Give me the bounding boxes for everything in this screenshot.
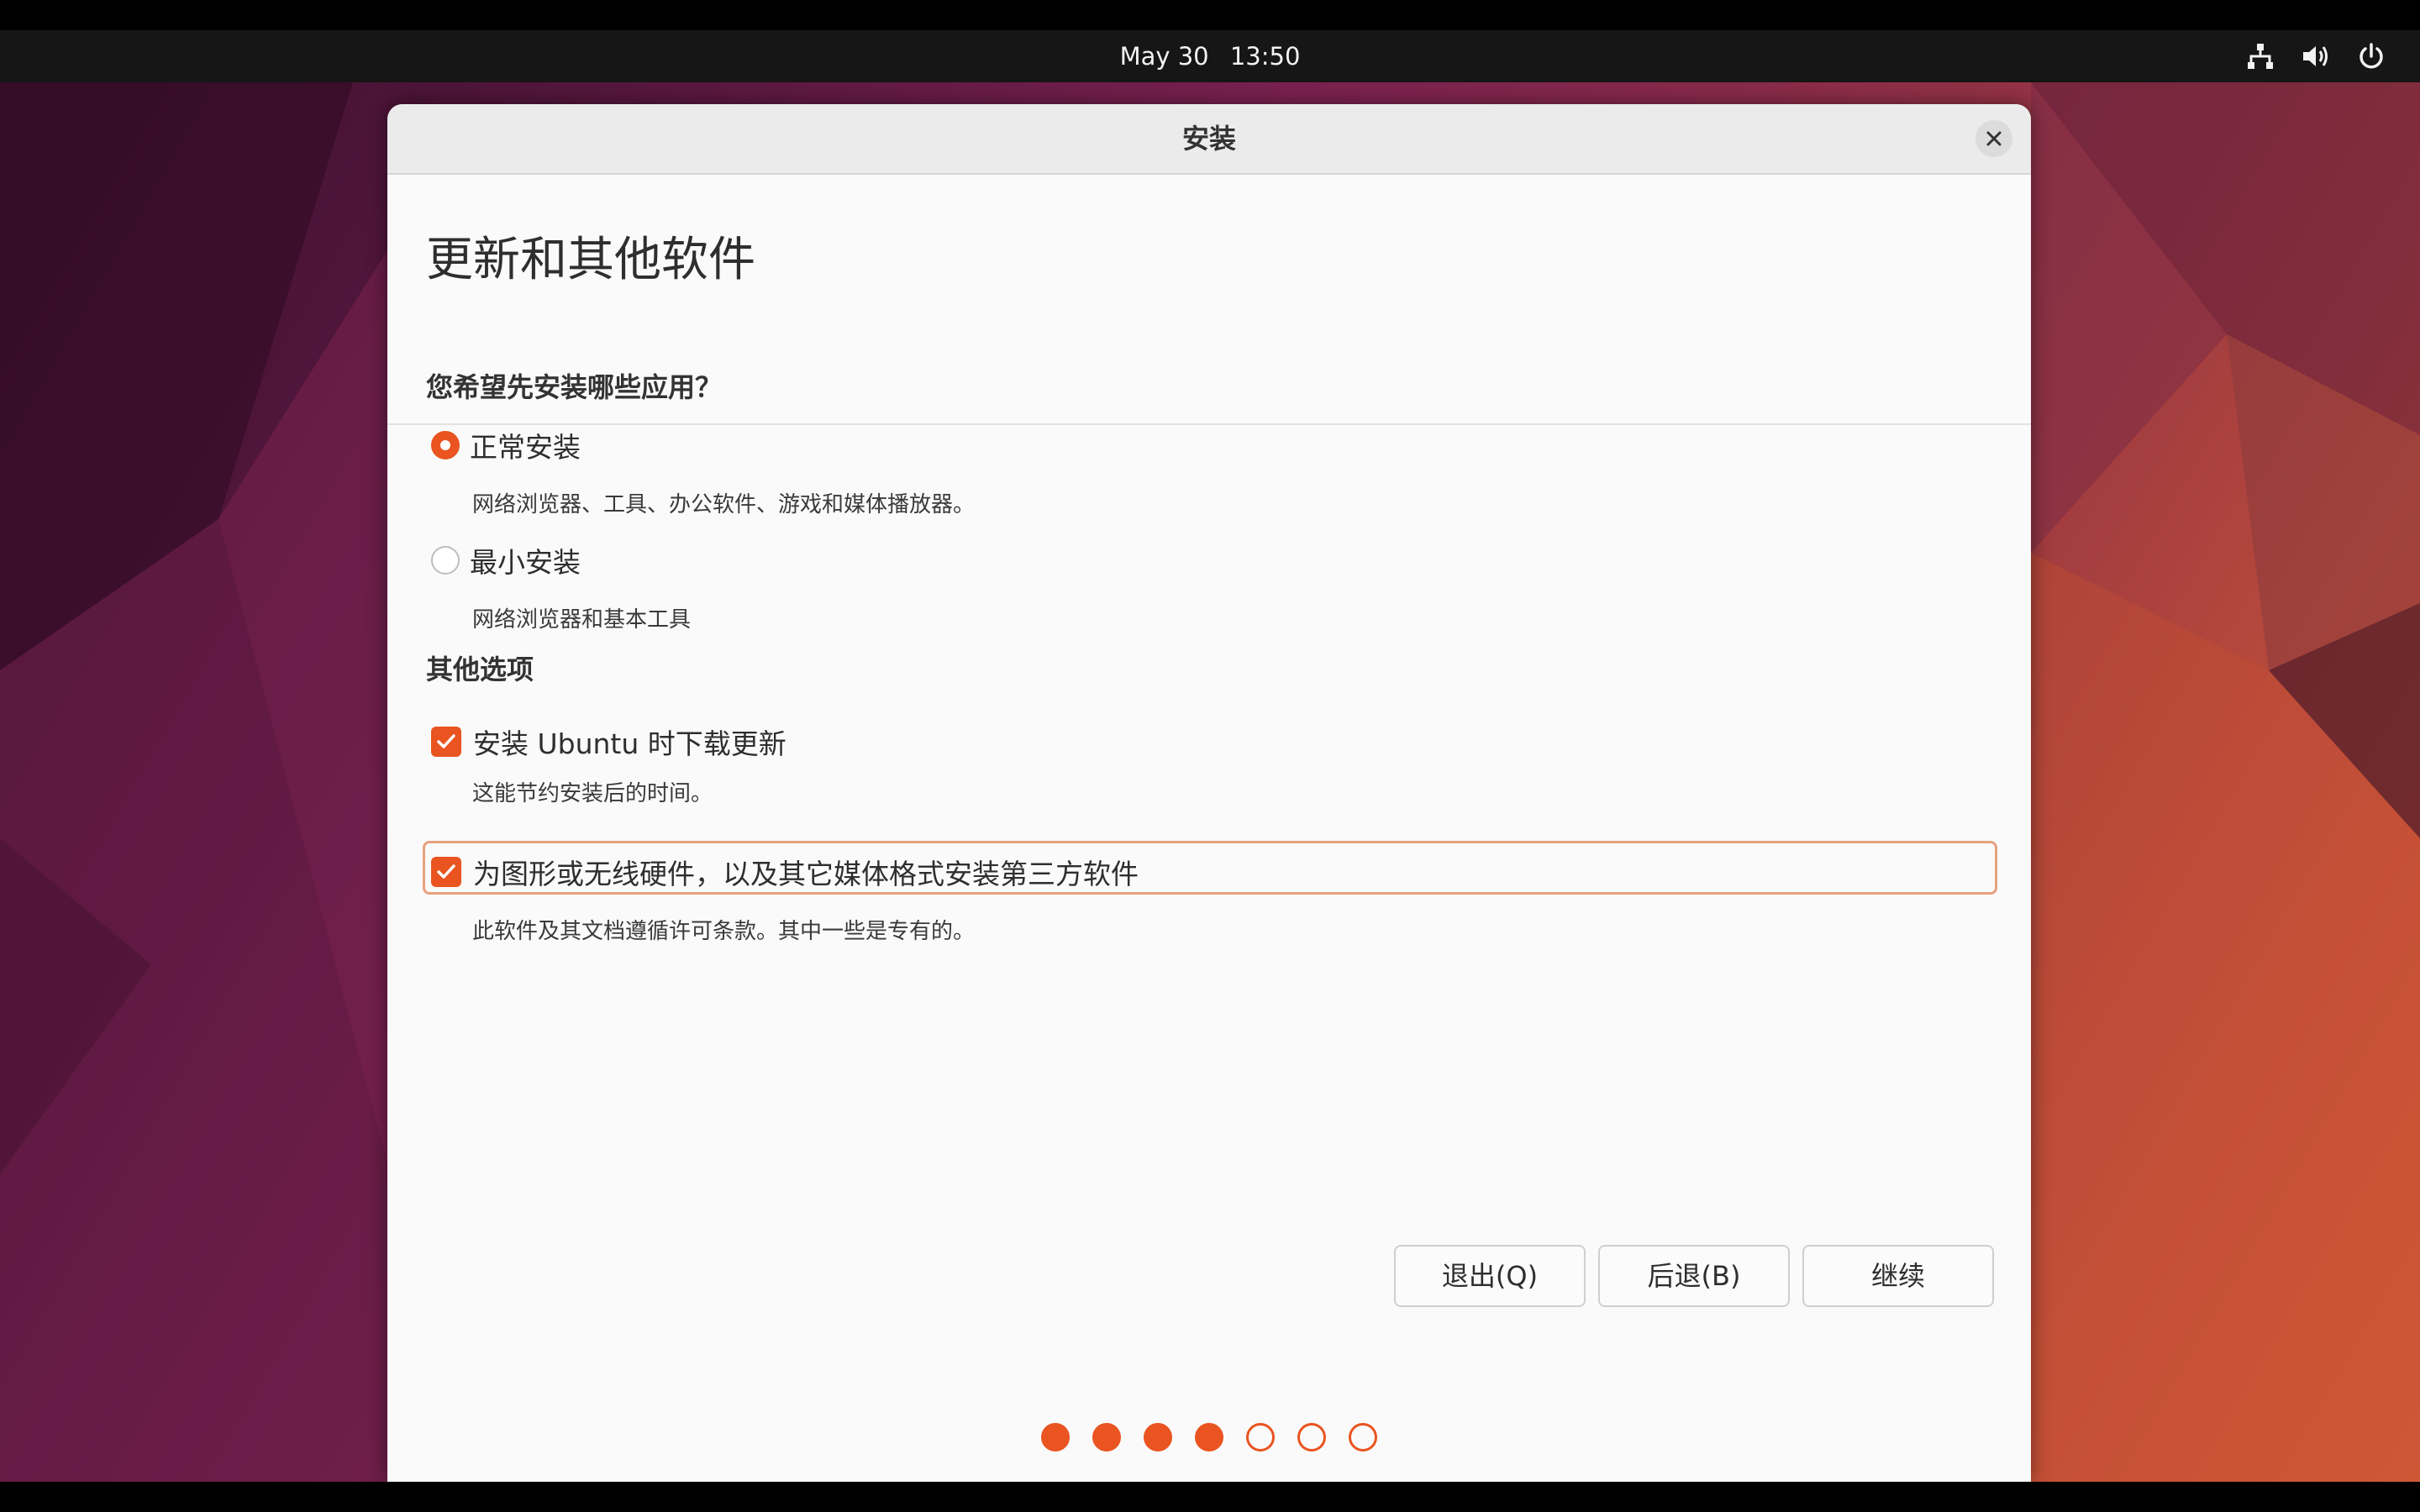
step-dot	[1092, 1423, 1121, 1452]
window-title: 安装	[1181, 123, 1236, 155]
download-updates-description: 这能节约安装后的时间。	[472, 781, 713, 806]
install-type-heading: 您希望先安装哪些应用？	[426, 371, 723, 403]
back-button[interactable]: 后退(B)	[1598, 1245, 1790, 1307]
step-progress-indicator	[387, 1423, 2031, 1457]
volume-icon[interactable]	[2301, 41, 2331, 71]
normal-install-radio[interactable]	[431, 431, 460, 459]
third-party-software-checkbox[interactable]	[431, 857, 461, 887]
power-icon[interactable]	[2356, 41, 2386, 71]
third-party-software-option[interactable]: 为图形或无线硬件，以及其它媒体格式安装第三方软件	[431, 852, 1139, 892]
checkmark-icon	[437, 734, 455, 748]
download-updates-label: 安装 Ubuntu 时下载更新	[473, 727, 786, 760]
third-party-software-description: 此软件及其文档遵循许可条款。其中一些是专有的。	[472, 919, 976, 944]
page-title: 更新和其他软件	[426, 233, 755, 287]
normal-install-label: 正常安装	[470, 431, 581, 464]
minimal-install-radio[interactable]	[431, 546, 460, 575]
step-dot	[1246, 1423, 1275, 1452]
normal-install-option[interactable]: 正常安装	[431, 425, 581, 465]
step-dot	[1195, 1423, 1223, 1452]
letterbox-bottom	[0, 1482, 2420, 1512]
top-bar: May 30 13:50	[0, 30, 2420, 82]
step-dot	[1297, 1423, 1326, 1452]
minimal-install-label: 最小安装	[470, 546, 581, 579]
letterbox-top	[0, 0, 2420, 30]
clock-date: May 30	[1119, 42, 1209, 71]
continue-button[interactable]: 继续	[1802, 1245, 1994, 1307]
step-dot	[1144, 1423, 1172, 1452]
other-options-heading: 其他选项	[426, 654, 534, 685]
step-dot	[1041, 1423, 1070, 1452]
close-icon	[1986, 131, 2002, 146]
quit-button[interactable]: 退出(Q)	[1394, 1245, 1586, 1307]
minimal-install-description: 网络浏览器和基本工具	[472, 607, 692, 633]
minimal-install-option[interactable]: 最小安装	[431, 540, 581, 580]
clock-time: 13:50	[1229, 42, 1301, 71]
system-tray[interactable]	[2245, 30, 2386, 82]
window-titlebar[interactable]: 安装	[387, 104, 2031, 175]
normal-install-description: 网络浏览器、工具、办公软件、游戏和媒体播放器。	[472, 492, 976, 517]
third-party-software-label: 为图形或无线硬件，以及其它媒体格式安装第三方软件	[473, 858, 1139, 890]
screen: May 30 13:50 安装 更新和其他软件 您希望先安装哪些应用？ 正常安装…	[0, 0, 2420, 1512]
download-updates-option[interactable]: 安装 Ubuntu 时下载更新	[431, 722, 786, 762]
download-updates-checkbox[interactable]	[431, 727, 461, 757]
checkmark-icon	[437, 864, 455, 879]
step-dot	[1349, 1423, 1377, 1452]
installer-window: 安装 更新和其他软件 您希望先安装哪些应用？ 正常安装 网络浏览器、工具、办公软…	[387, 104, 2031, 1482]
close-button[interactable]	[1975, 120, 2012, 157]
network-icon[interactable]	[2245, 41, 2275, 71]
clock[interactable]: May 30 13:50	[0, 30, 2420, 82]
